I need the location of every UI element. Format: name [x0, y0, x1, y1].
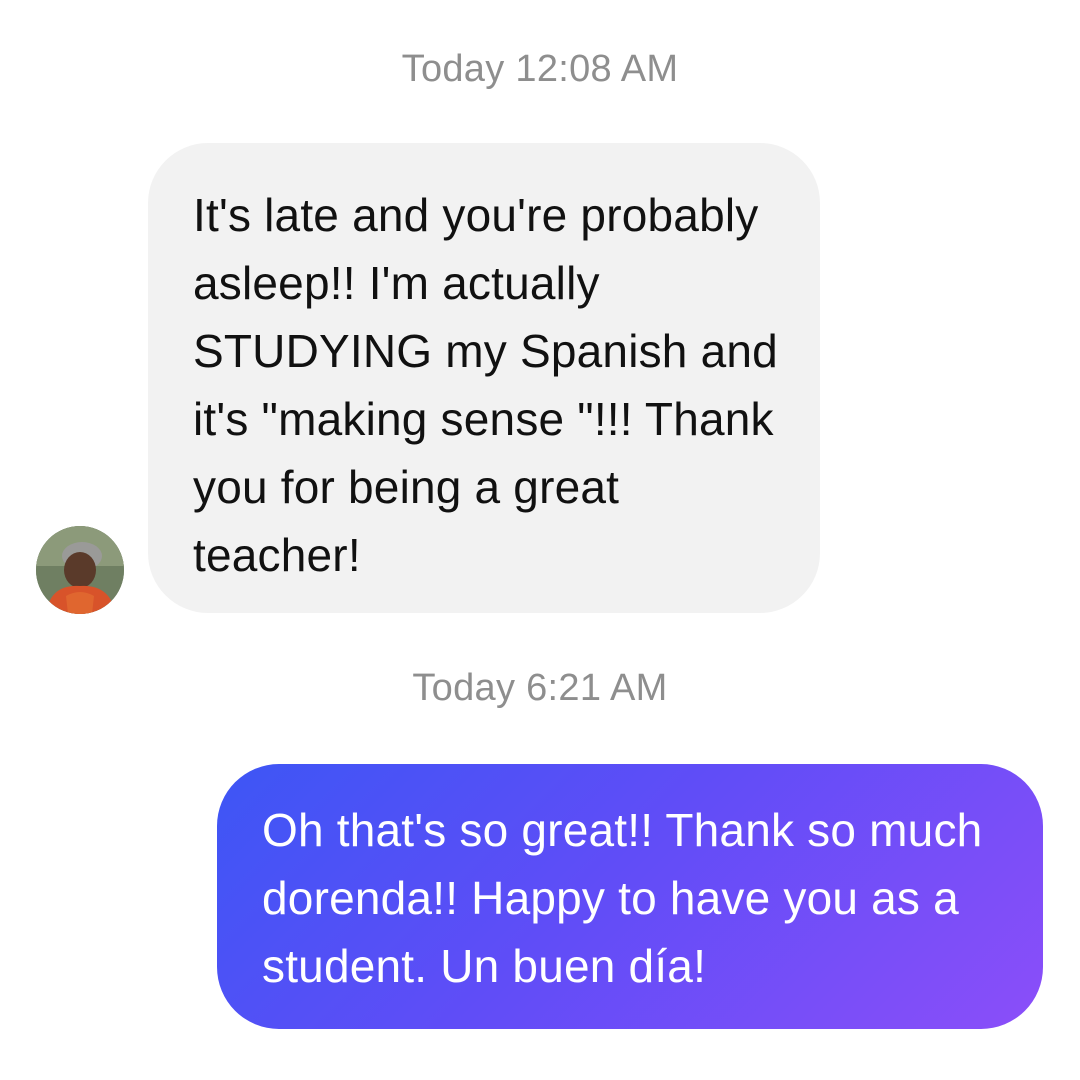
- avatar-photo-icon: [36, 526, 124, 614]
- outgoing-message-bubble[interactable]: Oh that's so great!! Thank so much doren…: [217, 764, 1043, 1029]
- message-timestamp: Today 12:08 AM: [401, 48, 679, 90]
- incoming-message-bubble[interactable]: It's late and you're probably asleep!! I…: [148, 143, 820, 613]
- message-timestamp: Today 6:21 AM: [412, 667, 668, 709]
- contact-avatar[interactable]: [36, 526, 124, 614]
